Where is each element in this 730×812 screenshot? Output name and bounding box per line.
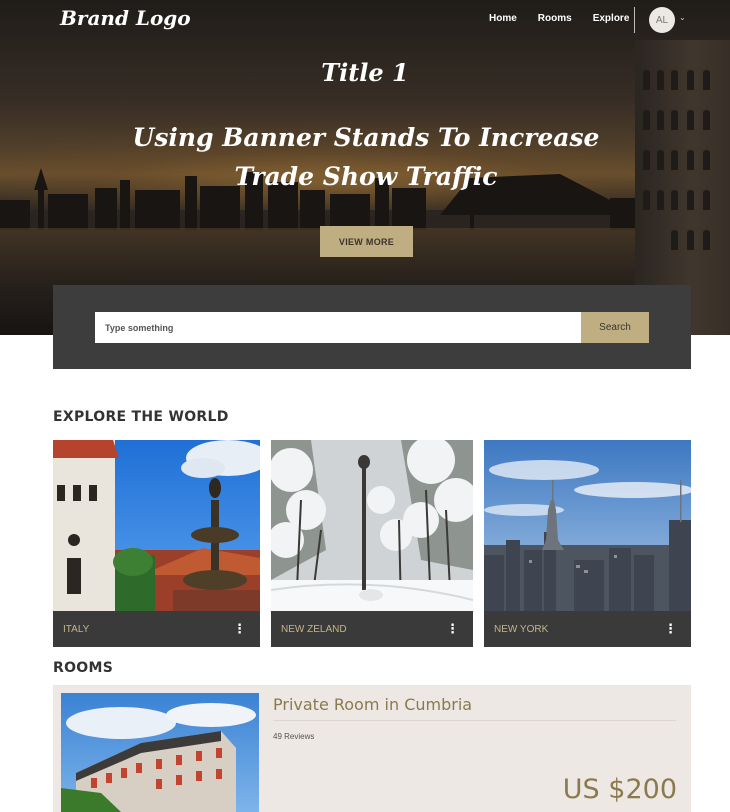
destination-image — [53, 440, 260, 611]
card-footer: NEW ZELAND ⋮ — [271, 611, 473, 647]
view-more-button[interactable]: VIEW MORE — [320, 226, 413, 257]
destination-card-new-zeland[interactable]: NEW ZELAND ⋮ — [271, 440, 473, 647]
hero-title: Title 1 — [321, 58, 409, 87]
rooms-section-title: ROOMS — [53, 660, 114, 676]
user-avatar[interactable]: AL — [649, 7, 675, 33]
more-options-icon[interactable]: ⋮ — [446, 623, 459, 636]
explore-section-title: EXPLORE THE WORLD — [53, 409, 229, 425]
search-input[interactable] — [95, 312, 581, 343]
search-button[interactable]: Search — [581, 312, 649, 343]
destination-label: NEW ZELAND — [281, 623, 347, 635]
nav-home[interactable]: Home — [489, 13, 517, 24]
destination-card-italy[interactable]: ITALY ⋮ — [53, 440, 260, 647]
card-footer: NEW YORK ⋮ — [484, 611, 691, 647]
room-price: US $200 — [562, 774, 677, 805]
nav-divider — [634, 7, 635, 33]
chevron-down-icon[interactable]: ⌄ — [679, 13, 686, 22]
room-title[interactable]: Private Room in Cumbria — [273, 695, 472, 714]
new-york-image — [484, 440, 691, 611]
room-card[interactable]: Private Room in Cumbria 49 Reviews US $2… — [53, 685, 691, 812]
destination-card-new-york[interactable]: NEW YORK ⋮ — [484, 440, 691, 647]
nav-explore[interactable]: Explore — [593, 13, 630, 24]
nav-rooms[interactable]: Rooms — [538, 13, 572, 24]
new-zeland-image — [271, 440, 473, 611]
brand-logo[interactable]: Brand Logo — [60, 6, 191, 30]
destination-image — [271, 440, 473, 611]
card-footer: ITALY ⋮ — [53, 611, 260, 647]
hero-subtitle: Using Banner Stands To Increase Trade Sh… — [132, 123, 600, 191]
room-reviews: 49 Reviews — [273, 732, 315, 741]
search-panel: Search — [53, 285, 691, 369]
destination-label: NEW YORK — [494, 623, 549, 635]
italy-image — [53, 440, 260, 611]
more-options-icon[interactable]: ⋮ — [233, 623, 246, 636]
room-building-image — [61, 693, 259, 812]
destination-image — [484, 440, 691, 611]
main-nav: Home Rooms Explore — [489, 13, 650, 24]
room-image — [61, 693, 259, 812]
destination-label: ITALY — [63, 623, 90, 635]
room-divider — [273, 720, 676, 721]
more-options-icon[interactable]: ⋮ — [664, 623, 677, 636]
